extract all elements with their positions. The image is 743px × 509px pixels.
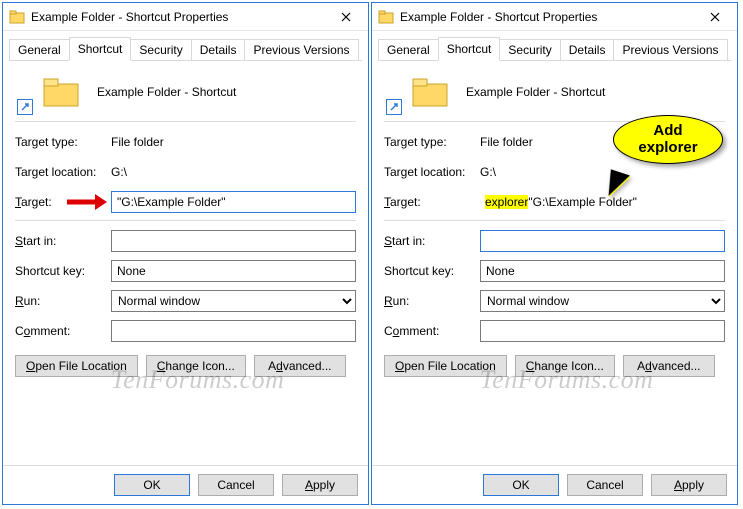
target-location-label: Target location:: [384, 165, 480, 179]
close-icon: [341, 12, 351, 22]
tab-general[interactable]: General: [9, 39, 70, 61]
close-button[interactable]: [324, 3, 368, 31]
target-location-value: G:\: [480, 165, 496, 179]
target-type-label: Target type:: [384, 135, 480, 149]
start-in-input[interactable]: [111, 230, 356, 252]
titlebar[interactable]: Example Folder - Shortcut Properties: [372, 3, 737, 31]
advanced-button[interactable]: Advanced...: [623, 355, 715, 377]
start-in-label: Start in:: [15, 234, 111, 248]
target-type-value: File folder: [480, 135, 533, 149]
advanced-button[interactable]: Advanced...: [254, 355, 346, 377]
target-value-text: "G:\Example Folder": [528, 195, 637, 209]
window-title: Example Folder - Shortcut Properties: [31, 10, 324, 24]
start-in-label: Start in:: [384, 234, 480, 248]
tab-previous-versions[interactable]: Previous Versions: [613, 39, 727, 61]
folder-icon: [412, 77, 448, 107]
shortcut-key-label: Shortcut key:: [384, 264, 480, 278]
properties-window-right: Example Folder - Shortcut Properties Gen…: [371, 2, 738, 505]
folder-icon: [43, 77, 79, 107]
run-select[interactable]: Normal window: [111, 290, 356, 312]
change-icon-button[interactable]: Change Icon...: [146, 355, 246, 377]
close-icon: [710, 12, 720, 22]
shortcut-key-input[interactable]: [111, 260, 356, 282]
tab-pane: Example Folder - Shortcut Target type: F…: [3, 61, 368, 465]
open-file-location-button[interactable]: Open File Location: [384, 355, 507, 377]
comment-label: Comment:: [384, 324, 480, 338]
target-location-value: G:\: [111, 165, 127, 179]
shortcut-name: Example Folder - Shortcut: [97, 85, 236, 99]
run-label: Run:: [384, 294, 480, 308]
comment-input[interactable]: [480, 320, 725, 342]
tab-previous-versions[interactable]: Previous Versions: [244, 39, 358, 61]
dialog-footer: OK Cancel Apply: [3, 465, 368, 504]
tab-shortcut[interactable]: Shortcut: [69, 37, 132, 61]
cancel-button[interactable]: Cancel: [198, 474, 274, 496]
titlebar[interactable]: Example Folder - Shortcut Properties: [3, 3, 368, 31]
tab-general[interactable]: General: [378, 39, 439, 61]
target-label: Target:: [384, 195, 480, 209]
change-icon-button[interactable]: Change Icon...: [515, 355, 615, 377]
properties-window-left: Example Folder - Shortcut Properties Gen…: [2, 2, 369, 505]
target-label: Target:: [15, 195, 111, 209]
ok-button[interactable]: OK: [483, 474, 559, 496]
tab-shortcut[interactable]: Shortcut: [438, 37, 501, 61]
folder-icon: [9, 9, 25, 25]
target-prefix: explorer: [485, 195, 528, 209]
folder-icon: [378, 9, 394, 25]
target-location-label: Target location:: [15, 165, 111, 179]
tab-pane: Example Folder - Shortcut Target type: F…: [372, 61, 737, 465]
tab-strip: General Shortcut Security Details Previo…: [372, 31, 737, 61]
shortcut-name: Example Folder - Shortcut: [466, 85, 605, 99]
close-button[interactable]: [693, 3, 737, 31]
target-type-value: File folder: [111, 135, 164, 149]
shortcut-overlay-icon: [386, 99, 402, 115]
run-select[interactable]: Normal window: [480, 290, 725, 312]
shortcut-key-label: Shortcut key:: [15, 264, 111, 278]
tab-details[interactable]: Details: [560, 39, 615, 61]
dialog-footer: OK Cancel Apply: [372, 465, 737, 504]
tab-details[interactable]: Details: [191, 39, 246, 61]
run-label: Run:: [15, 294, 111, 308]
ok-button[interactable]: OK: [114, 474, 190, 496]
cancel-button[interactable]: Cancel: [567, 474, 643, 496]
target-input[interactable]: [111, 191, 356, 213]
tab-strip: General Shortcut Security Details Previo…: [3, 31, 368, 61]
open-file-location-button[interactable]: Open File Location: [15, 355, 138, 377]
target-input[interactable]: explorer "G:\Example Folder": [480, 195, 725, 209]
tab-security[interactable]: Security: [130, 39, 191, 61]
apply-button[interactable]: Apply: [651, 474, 727, 496]
shortcut-key-input[interactable]: [480, 260, 725, 282]
tab-security[interactable]: Security: [499, 39, 560, 61]
start-in-input[interactable]: [480, 230, 725, 252]
apply-button[interactable]: Apply: [282, 474, 358, 496]
comment-input[interactable]: [111, 320, 356, 342]
target-type-label: Target type:: [15, 135, 111, 149]
window-title: Example Folder - Shortcut Properties: [400, 10, 693, 24]
shortcut-overlay-icon: [17, 99, 33, 115]
comment-label: Comment:: [15, 324, 111, 338]
